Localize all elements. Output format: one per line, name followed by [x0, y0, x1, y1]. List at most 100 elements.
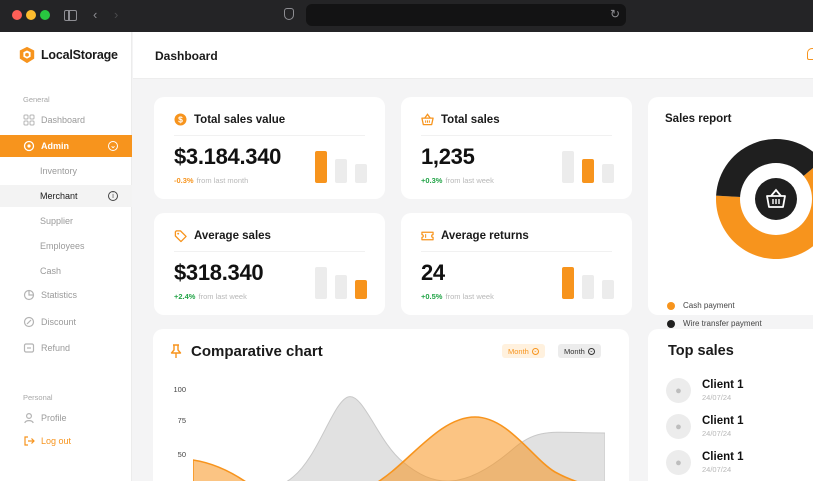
- client-row[interactable]: ● Client 1 24/07/24: [666, 450, 744, 475]
- personal-section-label: Personal: [23, 393, 53, 402]
- stat-value: 24: [421, 260, 445, 285]
- client-row[interactable]: ● Client 1 24/07/24: [666, 414, 744, 439]
- sidebar-item-profile[interactable]: Profile: [0, 407, 132, 429]
- avatar: ●: [666, 414, 691, 439]
- legend-swatch: [667, 301, 675, 310]
- sidebar-item-label: Refund: [41, 343, 71, 353]
- sidebar-item-label: Admin: [41, 141, 69, 151]
- change-note: from last week: [445, 292, 494, 301]
- client-date: 24/07/24: [702, 465, 732, 474]
- stat-card-average-returns: Average returns 24 +0.5% from last week: [401, 213, 632, 315]
- mini-bar: [335, 159, 347, 183]
- y-tick-label: 100: [173, 385, 186, 394]
- comparative-chart-card: Comparative chart Month ⌄ Month ⌄ 100 75…: [153, 329, 629, 481]
- chevron-down-icon: ⌄: [531, 347, 539, 355]
- client-name: Client 1: [702, 379, 744, 391]
- reload-icon[interactable]: ↻: [610, 7, 620, 21]
- change-percent: +2.4%: [174, 292, 196, 301]
- client-row[interactable]: ● Client 1 24/07/24: [666, 378, 744, 403]
- area-chart: [193, 396, 605, 481]
- legend-label: Cash payment: [683, 301, 735, 310]
- change-percent: +0.3%: [421, 176, 443, 185]
- sidebar-item-label: Dashboard: [41, 115, 86, 125]
- pie-icon: [23, 289, 35, 301]
- divider: [421, 251, 612, 252]
- stat-card-total-sales: Total sales 1,235 +0.3% from last week: [401, 97, 632, 199]
- stat-title: Total sales value: [194, 113, 286, 126]
- sidebar-item-dashboard[interactable]: Dashboard: [0, 109, 132, 131]
- close-window-button[interactable]: [12, 10, 22, 20]
- mini-bar: [602, 280, 614, 299]
- sidebar-item-admin[interactable]: Admin ⌄: [0, 135, 132, 157]
- bell-icon[interactable]: [807, 48, 813, 60]
- mini-bar: [355, 164, 367, 183]
- brand-logo[interactable]: LocalStorage: [18, 46, 118, 64]
- stat-title: Average returns: [441, 229, 529, 242]
- mini-bar: [335, 275, 347, 299]
- mini-bar: [562, 267, 574, 299]
- stat-value: $318.340: [174, 260, 264, 285]
- stat-value: $3.184.340: [174, 144, 282, 169]
- card-title: Sales report: [665, 113, 732, 125]
- sidebar-item-label: Merchant: [40, 191, 78, 201]
- client-date: 24/07/24: [702, 429, 732, 438]
- chevron-circle-icon[interactable]: ⌄: [108, 141, 118, 151]
- brand-name: LocalStorage: [41, 48, 118, 62]
- sidebar-item-merchant[interactable]: Merchant i: [0, 185, 132, 207]
- sidebar-item-employees[interactable]: Employees: [0, 235, 132, 257]
- stat-change: +2.4% from last week: [174, 292, 247, 301]
- top-header: Dashboard: [133, 32, 813, 79]
- sidebar-item-logout[interactable]: Log out: [0, 430, 132, 452]
- sidebar: LocalStorage General Dashboard Admin ⌄ I…: [0, 32, 132, 481]
- divider: [174, 135, 365, 136]
- sidebar-item-supplier[interactable]: Supplier: [0, 210, 132, 232]
- mini-bar: [562, 151, 574, 183]
- avatar: ●: [666, 450, 691, 475]
- box-logo-icon: [19, 46, 35, 64]
- address-bar[interactable]: ↻: [306, 4, 626, 26]
- general-section-label: General: [23, 95, 50, 104]
- sidebar-item-label: Statistics: [41, 290, 78, 300]
- sidebar-item-refund[interactable]: Refund: [0, 337, 132, 359]
- mini-bar-chart: [562, 149, 614, 183]
- stat-change: +0.3% from last week: [421, 176, 494, 185]
- mini-bar: [315, 151, 327, 183]
- month-filter[interactable]: Month ⌄: [558, 344, 601, 358]
- back-icon[interactable]: ‹: [93, 7, 97, 22]
- sidebar-toggle-icon[interactable]: [64, 10, 77, 21]
- legend-label: Wire transfer payment: [683, 319, 762, 328]
- maximize-window-button[interactable]: [40, 10, 50, 20]
- mini-bar: [602, 164, 614, 183]
- stat-card-total-sales-value: $ Total sales value $3.184.340 -0.3% from…: [154, 97, 385, 199]
- stat-card-average-sales: Average sales $318.340 +2.4% from last we…: [154, 213, 385, 315]
- chevron-down-icon: ⌄: [587, 347, 595, 355]
- client-name: Client 1: [702, 451, 744, 463]
- app-window: LocalStorage General Dashboard Admin ⌄ I…: [0, 32, 813, 481]
- browser-toolbar: ‹ › ↻: [0, 0, 813, 32]
- mini-bar-chart: [315, 265, 367, 299]
- card-title: Top sales: [668, 343, 734, 359]
- y-tick-label: 75: [177, 416, 186, 425]
- y-tick-label: 50: [177, 450, 186, 459]
- stat-title: Average sales: [194, 229, 271, 242]
- sidebar-item-label: Cash: [40, 266, 62, 276]
- legend-wire-transfer: Wire transfer payment: [667, 319, 762, 328]
- mini-bar-chart: [562, 265, 614, 299]
- sidebar-item-label: Employees: [40, 241, 85, 251]
- chart-title: Comparative chart: [191, 343, 323, 360]
- grid-icon: [23, 114, 35, 126]
- sidebar-item-cash[interactable]: Cash: [0, 260, 132, 282]
- sidebar-item-statistics[interactable]: Statistics: [0, 284, 132, 306]
- sidebar-item-inventory[interactable]: Inventory: [0, 160, 132, 182]
- stat-title: Total sales: [441, 113, 500, 126]
- forward-icon[interactable]: ›: [114, 7, 118, 22]
- change-percent: +0.5%: [421, 292, 443, 301]
- sidebar-item-label: Log out: [41, 436, 72, 446]
- sales-report-card: Sales report Cash payment Wire transfer …: [648, 97, 813, 328]
- refund-icon: [23, 342, 35, 354]
- info-icon[interactable]: i: [108, 191, 118, 201]
- sidebar-item-discount[interactable]: Discount: [0, 311, 132, 333]
- mini-bar: [355, 280, 367, 299]
- minimize-window-button[interactable]: [26, 10, 36, 20]
- month-filter-active[interactable]: Month ⌄: [502, 344, 545, 358]
